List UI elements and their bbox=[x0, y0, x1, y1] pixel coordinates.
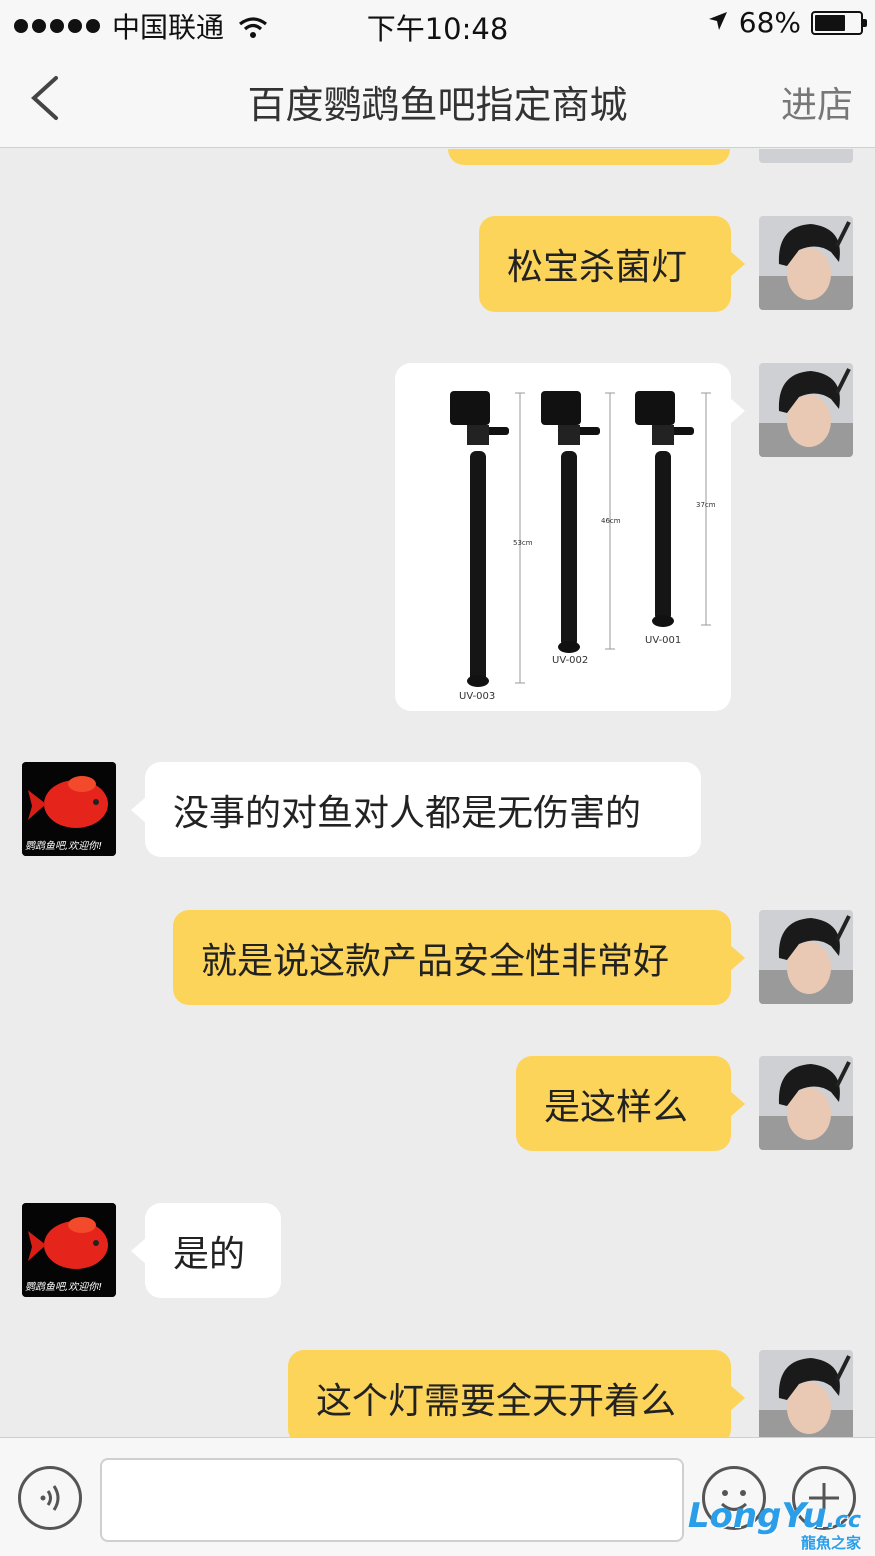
uv-003-model-label: UV-003 bbox=[459, 691, 495, 702]
uv-001-height-label: 37cm bbox=[696, 501, 716, 509]
watermark-suffix: .cc bbox=[826, 1508, 861, 1533]
uv-002-model-label: UV-002 bbox=[552, 655, 588, 666]
user-avatar[interactable] bbox=[759, 1056, 853, 1150]
watermark-subtitle: 龍魚之家 bbox=[800, 1534, 861, 1552]
avatar-caption: 鹦鹉鱼吧,欢迎你! bbox=[25, 1282, 103, 1293]
message-image-bubble[interactable]: 53cm UV-003 46cm UV-002 37cm UV-001 bbox=[395, 363, 745, 711]
battery-percent: 68% bbox=[738, 6, 801, 39]
watermark-logo: LongYu.cc 龍魚之家 bbox=[687, 1496, 861, 1552]
chat-area[interactable]: 松宝杀菌灯 53cm UV-003 46cm UV-002 37cm UV-00… bbox=[0, 149, 875, 1437]
uv-lamp-product-image: 53cm UV-003 46cm UV-002 37cm UV-001 bbox=[450, 391, 716, 702]
merchant-avatar[interactable]: 鹦鹉鱼吧,欢迎你! bbox=[22, 762, 116, 856]
message-bubble-sent[interactable]: 松宝杀菌灯 bbox=[479, 216, 745, 312]
message-bubble-sent[interactable]: 就是说这款产品安全性非常好 bbox=[173, 910, 745, 1005]
uv-002-height-label: 46cm bbox=[601, 517, 621, 525]
message-bubble-received[interactable]: 是的 bbox=[131, 1203, 281, 1298]
merchant-avatar[interactable]: 鹦鹉鱼吧,欢迎你! bbox=[22, 1203, 116, 1297]
user-avatar[interactable] bbox=[759, 1350, 853, 1437]
voice-button[interactable] bbox=[18, 1466, 82, 1530]
user-avatar[interactable] bbox=[759, 216, 853, 310]
message-bubble-received[interactable]: 没事的对鱼对人都是无伤害的 bbox=[131, 762, 701, 857]
status-bar: 中国联通 下午10:48 68% bbox=[0, 0, 875, 48]
message-bubble-sent[interactable]: 这个灯需要全天开着么 bbox=[288, 1350, 745, 1437]
input-bar: LongYu.cc 龍魚之家 bbox=[0, 1437, 875, 1556]
previous-message-bubble bbox=[448, 149, 730, 165]
location-arrow-icon bbox=[707, 6, 729, 39]
battery-icon bbox=[811, 10, 867, 35]
message-input[interactable] bbox=[100, 1458, 684, 1542]
user-avatar[interactable] bbox=[759, 149, 853, 163]
user-avatar[interactable] bbox=[759, 363, 853, 457]
uv-001-model-label: UV-001 bbox=[645, 635, 681, 646]
uv-003-height-label: 53cm bbox=[513, 539, 533, 547]
watermark-brand: LongYu bbox=[687, 1496, 827, 1536]
message-bubble-sent[interactable]: 是这样么 bbox=[516, 1056, 745, 1151]
page-title: 百度鹦鹉鱼吧指定商城 bbox=[247, 83, 628, 127]
enter-store-button[interactable]: 进店 bbox=[781, 76, 853, 128]
nav-bar: 百度鹦鹉鱼吧指定商城 进店 bbox=[0, 48, 875, 148]
voice-icon bbox=[40, 1485, 60, 1511]
user-avatar[interactable] bbox=[759, 910, 853, 1004]
avatar-caption: 鹦鹉鱼吧,欢迎你! bbox=[25, 841, 103, 852]
